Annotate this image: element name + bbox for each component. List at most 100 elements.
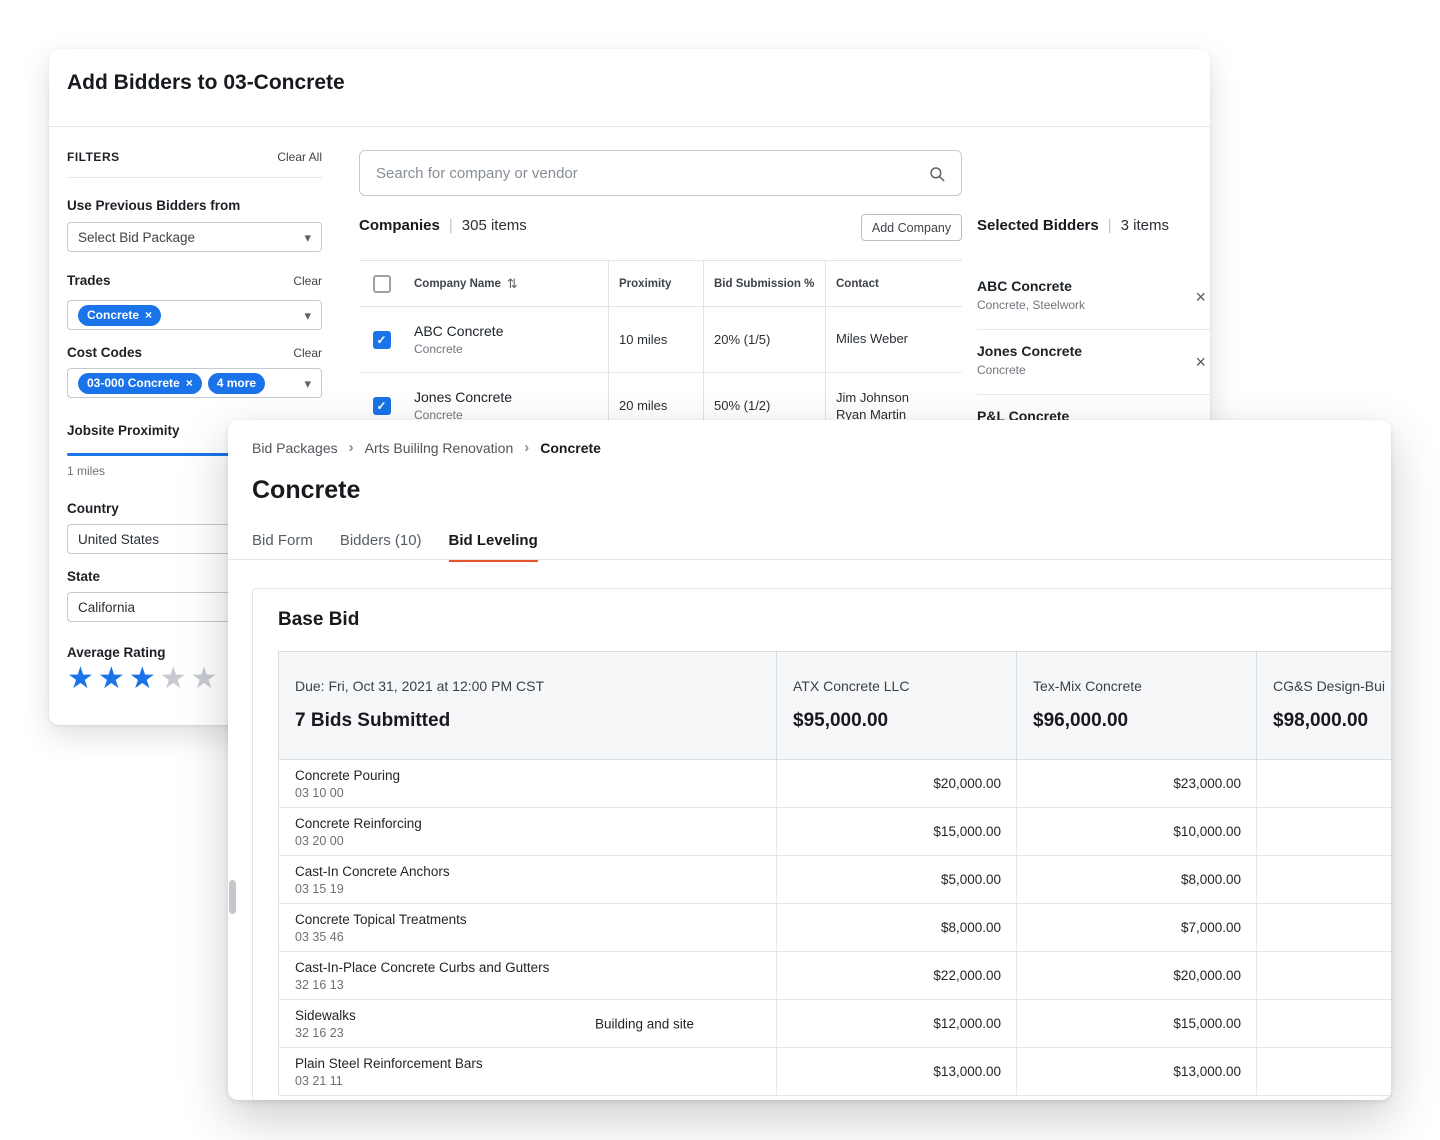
selected-bidder-trades: Concrete, Steelwork [977,298,1180,312]
bid-amount: $10,000.00 [1017,808,1257,855]
line-item-row: Plain Steel Reinforcement Bars 03 21 11 … [279,1048,1391,1096]
cost-codes-clear-link[interactable]: Clear [293,346,322,360]
cost-code-chip[interactable]: 03-000 Concrete × [78,373,202,394]
select-all-checkbox[interactable] [373,275,391,293]
company-submission: 20% (1/5) [703,307,825,372]
bids-submitted: 7 Bids Submitted [295,710,760,732]
close-icon[interactable]: × [186,377,193,389]
star-icon[interactable]: ★ [129,662,160,695]
chevron-down-icon: ▾ [304,377,311,390]
bidder-name: Tex-Mix Concrete [1033,678,1240,694]
trades-label: Trades [67,273,111,288]
companies-table-header: Company Name ⇅ Proximity Bid Submission … [359,260,962,307]
company-name: ABC Concrete [414,323,503,339]
column-header-contact: Contact [825,261,962,306]
tab-bid-form[interactable]: Bid Form [252,532,313,562]
line-item-code: 32 16 13 [295,978,760,992]
cost-codes-select[interactable]: 03-000 Concrete × 4 more ▾ [67,368,322,398]
line-item-code: 03 15 19 [295,882,760,896]
line-item-name: Plain Steel Reinforcement Bars [295,1056,760,1071]
clear-all-link[interactable]: Clear All [277,150,322,164]
breadcrumb: Bid Packages › Arts Buililng Renovation … [252,439,601,456]
base-bid-heading: Base Bid [278,609,359,631]
check-icon: ✓ [376,399,386,413]
bid-amount: $13,000.00 [1017,1048,1257,1095]
companies-count: 305 items [462,217,527,234]
star-icon[interactable]: ★ [191,662,222,695]
row-checkbox[interactable]: ✓ [373,397,391,415]
filters-heading: FILTERS [67,150,120,164]
line-item-name: Cast-In Concrete Anchors [295,864,760,879]
company-contact: Miles Weber [836,331,908,346]
cost-code-more-chip[interactable]: 4 more [208,373,265,394]
selected-count: 3 items [1121,217,1169,234]
bid-leveling-window: Bid Packages › Arts Buililng Renovation … [228,420,1391,1100]
company-proximity: 10 miles [608,307,703,372]
bid-amount-empty [1257,904,1391,951]
line-item-code: 03 10 00 [295,786,760,800]
bid-leveling-table: Due: Fri, Oct 31, 2021 at 12:00 PM CST 7… [278,651,1391,1096]
bid-amount: $13,000.00 [777,1048,1017,1095]
bidder-name: ATX Concrete LLC [793,678,1000,694]
tab-bidders[interactable]: Bidders (10) [340,532,422,562]
line-item-row: Sidewalks 32 16 23 Building and site $12… [279,1000,1391,1048]
selected-bidder-card: ABC Concrete Concrete, Steelwork × [977,265,1210,330]
bid-amount: $5,000.00 [777,856,1017,903]
row-checkbox[interactable]: ✓ [373,331,391,349]
selected-bidders-heading: Selected Bidders | 3 items [977,217,1169,234]
column-header-company-name[interactable]: Company Name ⇅ [404,261,608,306]
column-header-bid-submission: Bid Submission % [703,261,825,306]
breadcrumb-project[interactable]: Arts Buililng Renovation [365,440,514,456]
bid-amount: $20,000.00 [777,760,1017,807]
selected-bidder-name: Jones Concrete [977,343,1180,359]
company-row[interactable]: ✓ ABC Concrete Concrete 10 miles 20% (1/… [359,307,962,373]
bid-amount-empty [1257,760,1391,807]
trades-select[interactable]: Concrete × ▾ [67,300,322,330]
bid-amount-empty [1257,808,1391,855]
bid-package-select[interactable]: Select Bid Package ▾ [67,222,322,252]
star-icon[interactable]: ★ [67,662,98,695]
line-item-code: 03 21 11 [295,1074,760,1088]
breadcrumb-bid-packages[interactable]: Bid Packages [252,440,338,456]
line-item-row: Cast-In-Place Concrete Curbs and Gutters… [279,952,1391,1000]
sort-icon[interactable]: ⇅ [507,276,518,292]
trade-chip-concrete[interactable]: Concrete × [78,305,161,326]
search-icon [928,165,946,188]
trades-clear-link[interactable]: Clear [293,274,322,288]
bid-leveling-table-header: Due: Fri, Oct 31, 2021 at 12:00 PM CST 7… [279,652,1391,760]
bid-package-select-value: Select Bid Package [78,230,195,245]
bid-amount-empty [1257,1048,1391,1095]
bid-amount: $23,000.00 [1017,760,1257,807]
bid-amount: $7,000.00 [1017,904,1257,951]
cost-codes-label: Cost Codes [67,345,142,360]
line-item-note: Building and site [595,1016,694,1031]
bid-amount: $12,000.00 [777,1000,1017,1047]
companies-table: Company Name ⇅ Proximity Bid Submission … [359,260,962,439]
bid-amount: $22,000.00 [777,952,1017,999]
due-date: Due: Fri, Oct 31, 2021 at 12:00 PM CST [295,678,760,694]
bid-amount: $15,000.00 [1017,1000,1257,1047]
close-icon[interactable]: × [145,309,152,321]
bidder-total: $98,000.00 [1273,710,1391,732]
bid-amount-empty [1257,952,1391,999]
search-input[interactable] [360,151,961,195]
add-company-button[interactable]: Add Company [861,214,962,241]
bid-amount: $8,000.00 [1017,856,1257,903]
star-icon[interactable]: ★ [160,662,191,695]
scrollbar-thumb[interactable] [229,880,236,914]
tab-bid-leveling[interactable]: Bid Leveling [449,532,538,562]
line-item-name: Concrete Topical Treatments [295,912,760,927]
previous-bidders-label: Use Previous Bidders from [67,198,322,213]
bidder-total: $96,000.00 [1033,710,1240,732]
star-icon[interactable]: ★ [98,662,129,695]
close-icon[interactable]: × [1195,353,1206,371]
tabbar-divider [228,559,1391,560]
bidder-total: $95,000.00 [793,710,1000,732]
selected-bidder-name: ABC Concrete [977,278,1180,294]
company-contact: Jim Johnson [836,390,909,405]
close-icon[interactable]: × [1195,288,1206,306]
line-item-code: 03 35 46 [295,930,760,944]
line-item-name: Concrete Pouring [295,768,760,783]
bidder-name: CG&S Design-Bui [1273,678,1391,694]
chevron-right-icon: › [349,439,354,456]
